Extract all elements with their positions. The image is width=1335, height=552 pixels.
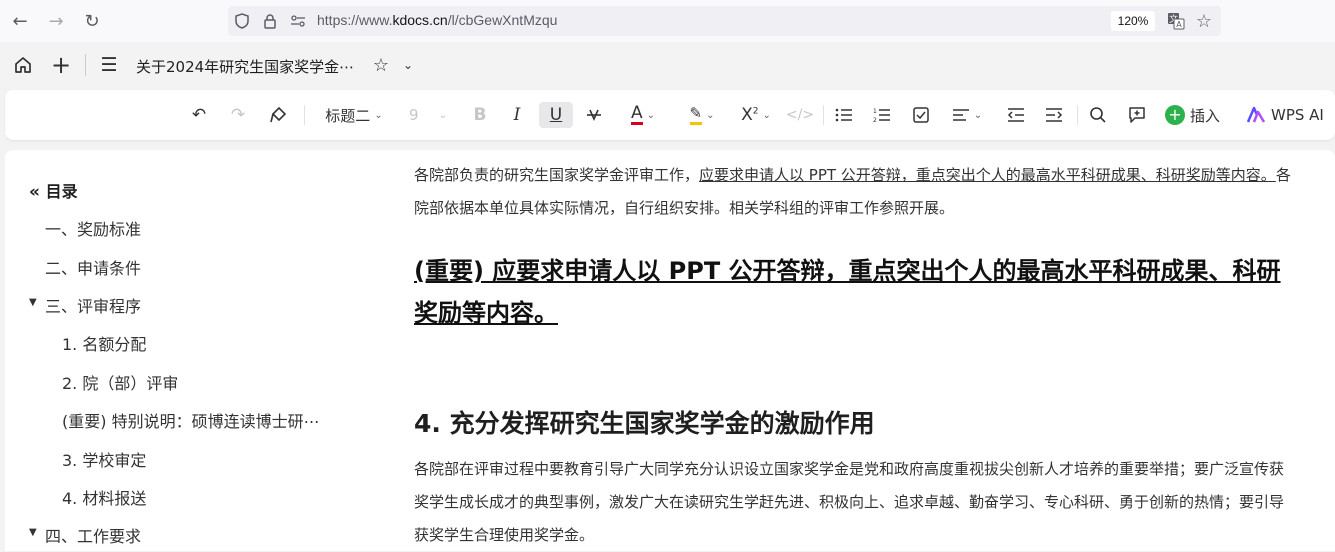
wps-ai-label: WPS AI [1271, 106, 1324, 124]
reload-icon[interactable]: ↻ [81, 10, 103, 32]
new-tab-icon[interactable]: + [49, 51, 73, 79]
paragraph-text: 各院部负责的研究生国家奖学金评审工作， [414, 166, 700, 184]
section-heading[interactable]: 4. 充分发挥研究生国家奖学金的激励作用 [414, 404, 875, 440]
task-list-icon[interactable] [908, 102, 934, 128]
svg-text:1: 1 [873, 108, 877, 115]
underlined-text: 应要求申请人以 PPT 公开答辩，重点突出个人的最高水平科研成果、科研奖励等内容… [699, 166, 1276, 184]
insert-label: 插入 [1190, 106, 1221, 125]
lock-icon[interactable] [260, 11, 280, 31]
translate-icon[interactable]: 文A [1166, 11, 1186, 31]
wps-ai-button[interactable]: WPS AI [1246, 102, 1331, 128]
font-size-select[interactable]: 9 ⌄ [403, 102, 453, 128]
bookmark-star-icon[interactable]: ☆ [1194, 11, 1214, 32]
bullet-list-icon[interactable] [831, 102, 857, 128]
chevron-down-icon: ⌄ [762, 109, 771, 121]
permissions-icon[interactable] [288, 11, 308, 31]
forward-icon[interactable]: → [45, 10, 67, 32]
svg-text:2: 2 [873, 117, 877, 123]
app-tab-bar: + ☰ 关于2024年研究生国家奖学金⋯ ☆ ⌄ [0, 42, 1335, 88]
font-color-icon: A [630, 103, 643, 125]
format-painter-icon[interactable] [265, 102, 291, 128]
outdent-icon[interactable] [1003, 102, 1029, 128]
url-prefix: https://www. [317, 12, 393, 28]
toc-item[interactable]: 4. 材料报送 [62, 485, 146, 509]
paragraph-style-select[interactable]: 标题二 ⌄ [316, 102, 392, 128]
toolbar-divider [1077, 105, 1078, 125]
font-color-button[interactable]: A ⌄ [621, 102, 665, 128]
paragraph-style-label: 标题二 [325, 106, 371, 125]
back-icon[interactable]: ← [9, 10, 31, 32]
home-icon[interactable] [11, 53, 35, 77]
editor-toolbar: ↶ ↷ 标题二 ⌄ 9 ⌄ B I U A ⌄ ✎ ⌄ X2 ⌄ </> 12 ⌄ [5, 90, 1335, 140]
toc-item[interactable]: 四、工作要求 [45, 523, 141, 547]
paragraph[interactable]: 各院部在评审过程中要教育引导广大同学充分认识设立国家奖学金是党和政府高度重视拔尖… [414, 453, 1294, 552]
align-button[interactable]: ⌄ [945, 102, 989, 128]
shield-icon[interactable] [232, 11, 252, 31]
superscript-button[interactable]: X2 ⌄ [734, 102, 778, 128]
toc-item[interactable]: 1. 名额分配 [62, 331, 146, 355]
toolbar-divider [823, 105, 824, 125]
plus-circle-icon: + [1165, 105, 1185, 125]
toc-title: 目录 [45, 182, 78, 201]
code-icon[interactable]: </> [786, 102, 814, 128]
document-area: « 目录 一、奖励标准 二、申请条件 ▼ 三、评审程序 1. 名额分配 2. 院… [5, 150, 1335, 551]
url-text[interactable]: https://www.kdocs.cn/l/cbGewXntMzqu [317, 12, 557, 28]
superscript-icon: X2 [741, 105, 759, 125]
important-heading[interactable]: (重要) 应要求申请人以 PPT 公开答辩，重点突出个人的最高水平科研成果、科研… [414, 250, 1304, 334]
underline-icon[interactable]: U [539, 102, 573, 128]
chevron-down-icon: ⌄ [646, 109, 656, 121]
redo-icon[interactable]: ↷ [225, 102, 251, 128]
paragraph[interactable]: 各院部负责的研究生国家奖学金评审工作，应要求申请人以 PPT 公开答辩，重点突出… [414, 159, 1294, 225]
favorite-star-icon[interactable]: ☆ [369, 53, 393, 77]
numbered-list-icon[interactable]: 12 [869, 102, 895, 128]
toc-item[interactable]: 三、评审程序 [45, 293, 141, 317]
app-bar-divider [85, 54, 86, 76]
highlight-button[interactable]: ✎ ⌄ [679, 102, 725, 128]
search-icon[interactable] [1085, 102, 1111, 128]
chevron-down-icon: ⌄ [706, 109, 715, 121]
bold-icon[interactable]: B [467, 102, 493, 128]
highlight-icon: ✎ [689, 105, 703, 125]
italic-icon[interactable]: I [504, 102, 530, 128]
browser-toolbar: ← → ↻ https://www.kdocs.cn/l/cbGewXntMzq… [0, 0, 1335, 42]
undo-icon[interactable]: ↶ [186, 102, 212, 128]
toc-item[interactable]: 2. 院（部）评审 [62, 370, 178, 394]
expand-arrow-icon[interactable]: ▼ [29, 297, 37, 308]
toc-header[interactable]: « 目录 [29, 178, 78, 202]
menu-icon[interactable]: ☰ [97, 53, 121, 77]
toc-item[interactable]: 二、申请条件 [45, 255, 141, 279]
svg-text:A: A [1176, 20, 1182, 29]
chevron-down-icon: ⌄ [438, 109, 447, 121]
expand-arrow-icon[interactable]: ▼ [29, 527, 37, 538]
url-domain: kdocs.cn [392, 12, 448, 28]
document-title[interactable]: 关于2024年研究生国家奖学金⋯ [136, 56, 354, 77]
zoom-level[interactable]: 120% [1111, 11, 1155, 31]
chevron-down-icon: ⌄ [374, 109, 383, 121]
toolbar-divider [304, 105, 305, 125]
collapse-toc-icon[interactable]: « [29, 182, 40, 202]
address-bar[interactable]: https://www.kdocs.cn/l/cbGewXntMzqu 120%… [228, 6, 1221, 36]
insert-button[interactable]: + 插入 [1165, 102, 1231, 128]
comment-icon[interactable] [1124, 102, 1150, 128]
toc-item[interactable]: (重要) 特别说明：硕博连读博士研⋯ [62, 408, 320, 432]
font-size-label: 9 [409, 106, 419, 124]
chevron-down-icon[interactable]: ⌄ [396, 53, 420, 77]
toc-item[interactable]: 一、奖励标准 [45, 216, 141, 240]
align-left-icon [952, 109, 969, 121]
chevron-down-icon: ⌄ [973, 109, 983, 121]
strikethrough-icon[interactable] [581, 102, 607, 128]
table-of-contents: « 目录 一、奖励标准 二、申请条件 ▼ 三、评审程序 1. 名额分配 2. 院… [5, 150, 385, 551]
indent-icon[interactable] [1041, 102, 1067, 128]
toc-item[interactable]: 3. 学校审定 [62, 447, 146, 471]
wps-ai-icon [1246, 106, 1266, 123]
url-path: /l/cbGewXntMzqu [447, 12, 558, 28]
